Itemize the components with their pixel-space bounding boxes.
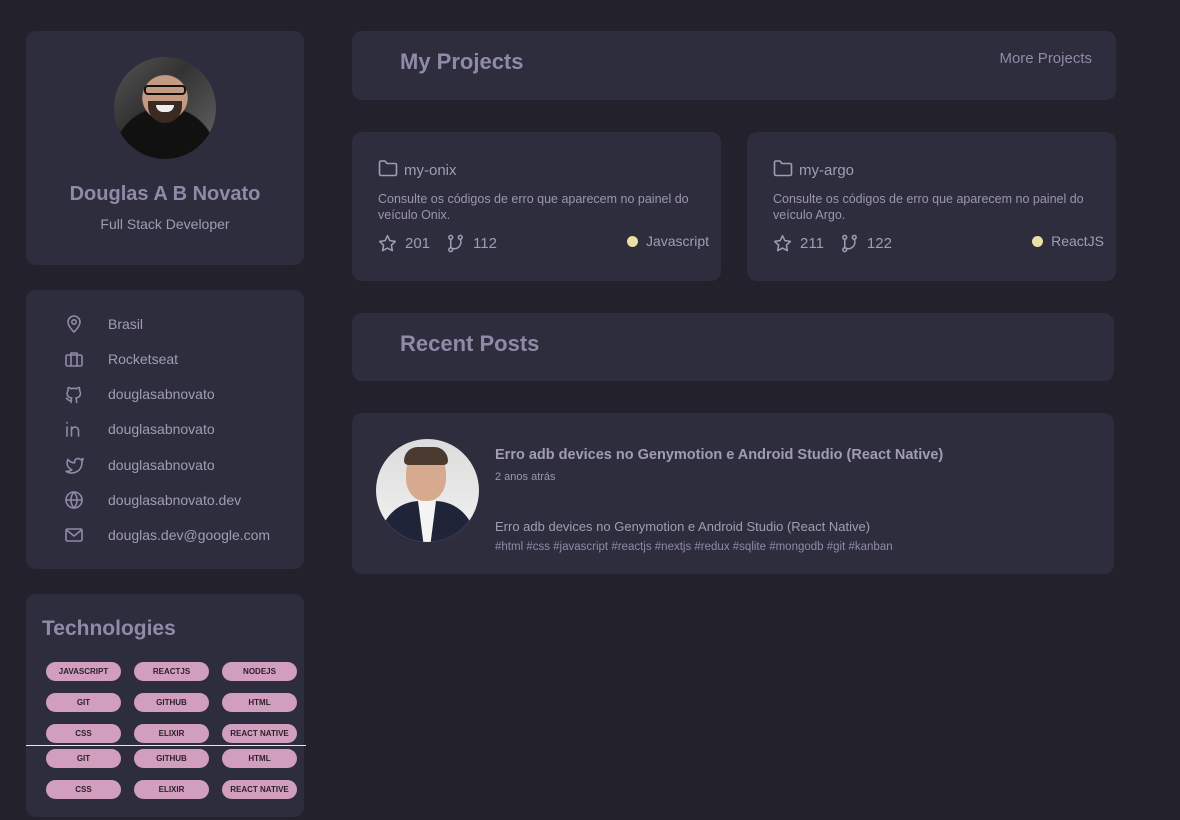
folder-icon [378, 159, 398, 177]
project-description: Consulte os códigos de erro que aparecem… [773, 192, 1084, 222]
tech-tag: HTML [222, 693, 297, 712]
map-pin-icon [67, 315, 81, 333]
project-description: Consulte os códigos de erro que aparecem… [378, 192, 689, 222]
fork-count: 112 [473, 235, 497, 252]
info-label: douglasabnovato.dev [108, 492, 242, 508]
mail-icon [65, 528, 83, 542]
info-label: douglasabnovato [108, 457, 215, 473]
star-count: 211 [800, 235, 824, 252]
profile-card: Douglas A B Novato Full Stack Developer [26, 31, 304, 265]
tech-tag: GITHUB [134, 693, 209, 712]
git-branch-icon [448, 234, 463, 253]
info-item-location: Brasil [64, 314, 143, 334]
info-label: douglasabnovato [108, 386, 215, 402]
tech-tag: GITHUB [134, 749, 209, 768]
info-label: douglasabnovato [108, 421, 215, 437]
star-count: 201 [405, 235, 431, 252]
project-name[interactable]: my-argo [799, 162, 854, 179]
star-icon [773, 234, 792, 252]
profile-avatar [114, 57, 216, 159]
project-card[interactable]: my-onix Consulte os códigos de erro que … [352, 132, 721, 281]
tech-tag: GIT [46, 749, 121, 768]
project-card[interactable]: my-argo Consulte os códigos de erro que … [747, 132, 1116, 281]
project-stats: 211 122 [773, 234, 908, 253]
globe-icon [65, 491, 83, 509]
tech-tag: HTML [222, 749, 297, 768]
posts-title: Recent Posts [400, 331, 540, 356]
folder-icon [773, 159, 793, 177]
posts-header: Recent Posts [352, 313, 1114, 381]
post-description: Erro adb devices no Genymotion e Android… [495, 519, 871, 534]
info-item-linkedin[interactable]: douglasabnovato [64, 419, 215, 439]
info-item-github[interactable]: douglasabnovato [64, 384, 215, 404]
info-label: douglas.dev@google.com [108, 527, 271, 543]
tech-tag: NODEJS [222, 662, 297, 681]
tech-tag: REACT NATIVE [222, 780, 297, 799]
tech-tag: REACT NATIVE [222, 724, 297, 743]
profile-name: Douglas A B Novato [69, 183, 261, 205]
tech-tag: GIT [46, 693, 121, 712]
technologies-title: Technologies [42, 617, 176, 640]
project-name[interactable]: my-onix [404, 162, 457, 179]
language-label: ReactJS [1051, 233, 1104, 249]
git-branch-icon [842, 234, 857, 253]
projects-header: My Projects More Projects [352, 31, 1116, 100]
technologies-card: Technologies JAVASCRIPT REACTJS NODEJS G… [26, 594, 304, 817]
tech-tag: ELIXIR [134, 780, 209, 799]
info-label: Rocketseat [108, 351, 179, 367]
project-language: Javascript [626, 233, 709, 249]
info-item-website[interactable]: douglasabnovato.dev [64, 490, 241, 510]
info-card: Brasil Rocketseat douglasabnovato dougla… [26, 290, 304, 569]
project-language: ReactJS [1032, 233, 1104, 249]
post-time: 2 anos atrás [495, 471, 556, 483]
divider [26, 745, 306, 746]
briefcase-icon [65, 352, 83, 367]
tech-tag: CSS [46, 724, 121, 743]
info-item-company: Rocketseat [64, 349, 178, 369]
language-label: Javascript [645, 233, 709, 249]
github-icon [65, 386, 82, 404]
star-icon [378, 234, 397, 252]
post-title[interactable]: Erro adb devices no Genymotion e Android… [495, 447, 943, 463]
tech-tag: ELIXIR [134, 724, 209, 743]
tech-tag: CSS [46, 780, 121, 799]
post-tags: #html #css #javascript #reactjs #nextjs … [495, 541, 893, 553]
info-label: Brasil [108, 316, 144, 332]
post-card[interactable]: Erro adb devices no Genymotion e Android… [352, 413, 1114, 574]
info-item-twitter[interactable]: douglasabnovato [64, 455, 215, 475]
projects-title: My Projects [400, 49, 524, 74]
language-dot [626, 235, 638, 247]
linkedin-icon [66, 421, 80, 437]
post-author-avatar [376, 439, 479, 542]
info-item-email[interactable]: douglas.dev@google.com [64, 525, 270, 545]
more-projects-link[interactable]: More Projects [999, 50, 1092, 67]
profile-role: Full Stack Developer [100, 216, 230, 232]
language-dot [1032, 235, 1044, 247]
project-stats: 201 112 [378, 234, 513, 253]
tech-tag: JAVASCRIPT [46, 662, 121, 681]
tech-tag: REACTJS [134, 662, 209, 681]
twitter-icon [65, 457, 84, 474]
fork-count: 122 [866, 235, 892, 252]
